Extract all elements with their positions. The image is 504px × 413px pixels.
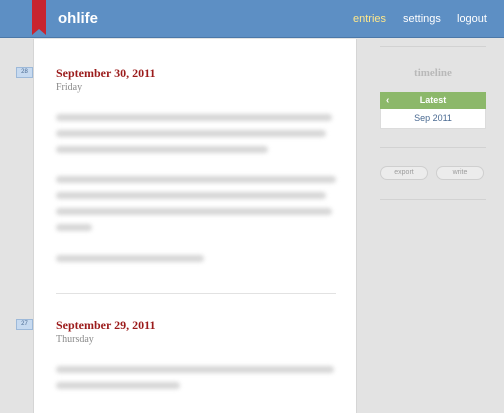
- blurred-entry-text: [56, 208, 332, 215]
- blurred-entry-text: [56, 255, 204, 262]
- nav-logout-link[interactable]: logout: [457, 13, 487, 25]
- latest-button[interactable]: ‹ Latest: [380, 92, 486, 109]
- blurred-entry-text: [56, 114, 332, 121]
- entry-divider: [56, 293, 336, 294]
- entry-weekday: Friday: [56, 82, 83, 93]
- sidebar-rule: [380, 199, 486, 200]
- entry-date: September 30, 2011: [56, 66, 156, 80]
- entry-day-tag: 28: [16, 67, 33, 78]
- blurred-entry-text: [56, 176, 336, 183]
- write-button[interactable]: write: [436, 166, 484, 180]
- blurred-entry-text: [56, 224, 92, 231]
- blurred-entry-text: [56, 146, 268, 153]
- nav-settings-link[interactable]: settings: [403, 13, 441, 25]
- blurred-entry-text: [56, 130, 326, 137]
- blurred-entry-text: [56, 366, 334, 373]
- export-button[interactable]: export: [380, 166, 428, 180]
- entry-date: September 29, 2011: [56, 318, 156, 332]
- blurred-entry-text: [56, 192, 326, 199]
- entry-weekday: Thursday: [56, 334, 94, 345]
- entry-day-tag: 27: [16, 319, 33, 330]
- sidebar-rule: [380, 46, 486, 47]
- nav-entries-link[interactable]: entries: [353, 13, 386, 25]
- chevron-left-icon: ‹: [386, 95, 390, 106]
- logo[interactable]: ohlife: [58, 10, 98, 27]
- top-bar: ohlife entries settings logout: [0, 0, 504, 38]
- blurred-entry-text: [56, 382, 180, 389]
- timeline-heading: timeline: [414, 67, 452, 79]
- timeline-sidebar: timeline ‹ Latest Sep 2011 export write: [380, 39, 486, 413]
- latest-label: Latest: [419, 95, 447, 105]
- sidebar-rule: [380, 147, 486, 148]
- timeline-month-link[interactable]: Sep 2011: [380, 109, 486, 129]
- bookmark-icon: [32, 0, 46, 35]
